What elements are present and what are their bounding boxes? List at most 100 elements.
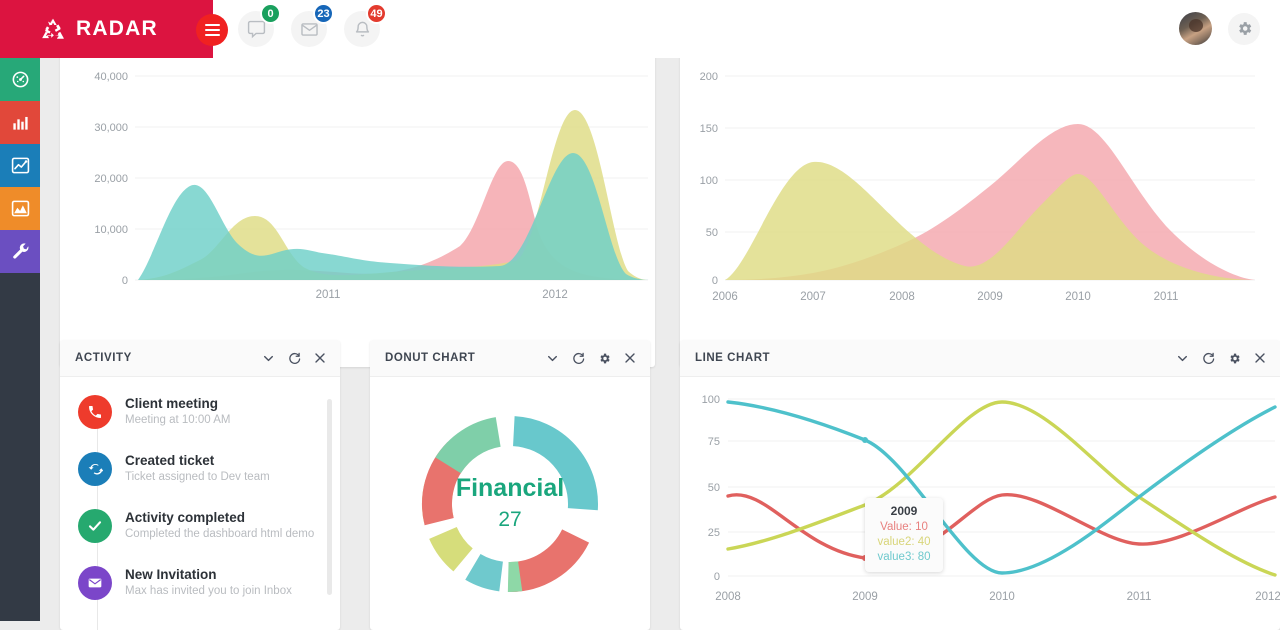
tooltip-row-value3: value3: 80 (877, 551, 931, 563)
svg-text:2011: 2011 (1154, 291, 1179, 303)
svg-text:0: 0 (712, 275, 718, 287)
tooltip-title: 2009 (890, 504, 918, 518)
list-item-subtitle: Meeting at 10:00 AM (125, 414, 231, 426)
svg-text:40,000: 40,000 (94, 71, 128, 83)
messages-notification: 23 (291, 3, 334, 47)
list-item[interactable]: Created ticket Ticket assigned to Dev te… (60, 452, 340, 486)
svg-text:100: 100 (702, 394, 720, 406)
wrench-icon (12, 243, 28, 259)
brand-block[interactable]: RADAR (0, 0, 213, 58)
svg-text:75: 75 (708, 436, 720, 448)
area-chart-right-svg[interactable]: 200 150 100 50 0 2006 2007 2008 2009 201… (680, 56, 1280, 367)
line-chart-svg[interactable]: 100 75 50 25 0 2008 2009 2010 2011 2012 (680, 377, 1280, 630)
svg-text:0: 0 (714, 571, 720, 583)
svg-text:20,000: 20,000 (94, 173, 128, 185)
close-icon[interactable] (624, 352, 636, 364)
svg-text:2008: 2008 (715, 591, 741, 603)
sidebar-item-area-charts[interactable] (0, 187, 40, 230)
activity-panel-header: ACTIVITY (60, 340, 340, 377)
donut-panel-title: DONUT CHART (385, 352, 476, 364)
activity-list: Client meeting Meeting at 10:00 AM Creat… (60, 377, 340, 630)
user-avatar[interactable] (1179, 12, 1212, 45)
list-item-subtitle: Max has invited you to join Inbox (125, 585, 292, 597)
line-series-value2 (726, 400, 1277, 577)
activity-scrollbar[interactable] (327, 399, 332, 595)
chevron-down-icon[interactable] (262, 352, 275, 365)
chevron-down-icon[interactable] (546, 352, 559, 365)
svg-text:2011: 2011 (1127, 591, 1152, 603)
list-item-title: Client meeting (125, 396, 219, 411)
line-chart-tooltip: 2009 Value: 10 value2: 40 value3: 80 (865, 498, 943, 572)
tooltip-row-value2: value2: 40 (877, 536, 931, 548)
svg-text:2009: 2009 (852, 591, 878, 603)
envelope-icon (78, 566, 112, 600)
area-chart-left-svg[interactable]: 40,000 30,000 20,000 10,000 0 2011 2012 (60, 56, 655, 367)
donut-chart-panel: DONUT CHART Financial 27 (370, 340, 650, 630)
svg-text:2012: 2012 (542, 289, 568, 301)
data-point-value3[interactable] (862, 437, 868, 443)
svg-text:25: 25 (708, 527, 720, 539)
left-sidebar (0, 58, 40, 621)
sidebar-item-dashboard[interactable] (0, 58, 40, 101)
donut-chart-svg[interactable]: Financial 27 (394, 386, 626, 621)
svg-text:100: 100 (700, 175, 718, 187)
refresh-icon[interactable] (288, 352, 301, 365)
gear-icon[interactable] (598, 352, 611, 365)
sidebar-item-line-charts[interactable] (0, 144, 40, 187)
svg-text:30,000: 30,000 (94, 122, 128, 134)
comment-badge: 0 (260, 3, 281, 24)
list-item[interactable]: Client meeting Meeting at 10:00 AM (60, 395, 340, 429)
alerts-notification: 49 (344, 3, 387, 47)
hamburger-bar (204, 34, 220, 36)
activity-panel: ACTIVITY Client meeting Meeting at 10:00… (60, 340, 340, 630)
tooltip-row-value: Value: 10 (880, 521, 928, 533)
svg-text:2008: 2008 (889, 291, 915, 303)
line-panel-tools (1176, 352, 1266, 365)
line-chart-panel: LINE CHART 100 75 50 25 0 2008 2009 2010… (680, 340, 1280, 630)
recycle-icon (42, 18, 64, 39)
svg-text:50: 50 (708, 482, 720, 494)
area-series-teal (138, 153, 650, 280)
list-item-text: New Invitation Max has invited you to jo… (125, 566, 292, 599)
gear-glyph (1238, 22, 1251, 35)
svg-text:2006: 2006 (712, 291, 738, 303)
list-item[interactable]: New Invitation Max has invited you to jo… (60, 566, 340, 600)
comments-notification: 0 (238, 3, 281, 47)
list-item-text: Client meeting Meeting at 10:00 AM (125, 395, 230, 428)
list-item-text: Activity completed Completed the dashboa… (125, 509, 314, 542)
area-chart-right-body: 200 150 100 50 0 2006 2007 2008 2009 201… (680, 56, 1280, 367)
svg-text:2009: 2009 (977, 291, 1003, 303)
refresh-icon[interactable] (572, 352, 585, 365)
svg-text:200: 200 (700, 71, 718, 83)
main-content: 40,000 30,000 20,000 10,000 0 2011 2012 (40, 56, 1280, 630)
alert-badge: 49 (366, 3, 387, 24)
bell-glyph (355, 21, 369, 36)
area-chart-left-body: 40,000 30,000 20,000 10,000 0 2011 2012 (60, 56, 655, 367)
check-icon (78, 509, 112, 543)
svg-text:10,000: 10,000 (94, 224, 128, 236)
line-chart-icon (11, 157, 29, 174)
list-item[interactable]: Activity completed Completed the dashboa… (60, 509, 340, 543)
line-panel-header: LINE CHART (680, 340, 1280, 377)
line-chart-body: 100 75 50 25 0 2008 2009 2010 2011 2012 (680, 377, 1280, 630)
sidebar-item-bar-charts[interactable] (0, 101, 40, 144)
close-icon[interactable] (314, 352, 326, 364)
brand-title: RADAR (76, 17, 158, 40)
hamburger-icon[interactable] (196, 14, 228, 46)
comment-glyph (247, 20, 265, 38)
sidebar-item-tools[interactable] (0, 230, 40, 273)
svg-text:2007: 2007 (800, 291, 826, 303)
area-chart-panel-left: 40,000 30,000 20,000 10,000 0 2011 2012 (60, 56, 655, 367)
header-icon-group: 0 23 49 (238, 3, 387, 47)
close-icon[interactable] (1254, 352, 1266, 364)
donut-chart-body: Financial 27 (370, 377, 650, 630)
chevron-down-icon[interactable] (1176, 352, 1189, 365)
svg-text:2011: 2011 (316, 289, 341, 301)
activity-panel-title: ACTIVITY (75, 352, 132, 364)
gear-icon[interactable] (1228, 352, 1241, 365)
svg-text:2012: 2012 (1255, 591, 1280, 603)
list-item-title: Activity completed (125, 510, 246, 525)
svg-text:150: 150 (700, 123, 718, 135)
gear-icon[interactable] (1228, 12, 1260, 45)
refresh-icon[interactable] (1202, 352, 1215, 365)
